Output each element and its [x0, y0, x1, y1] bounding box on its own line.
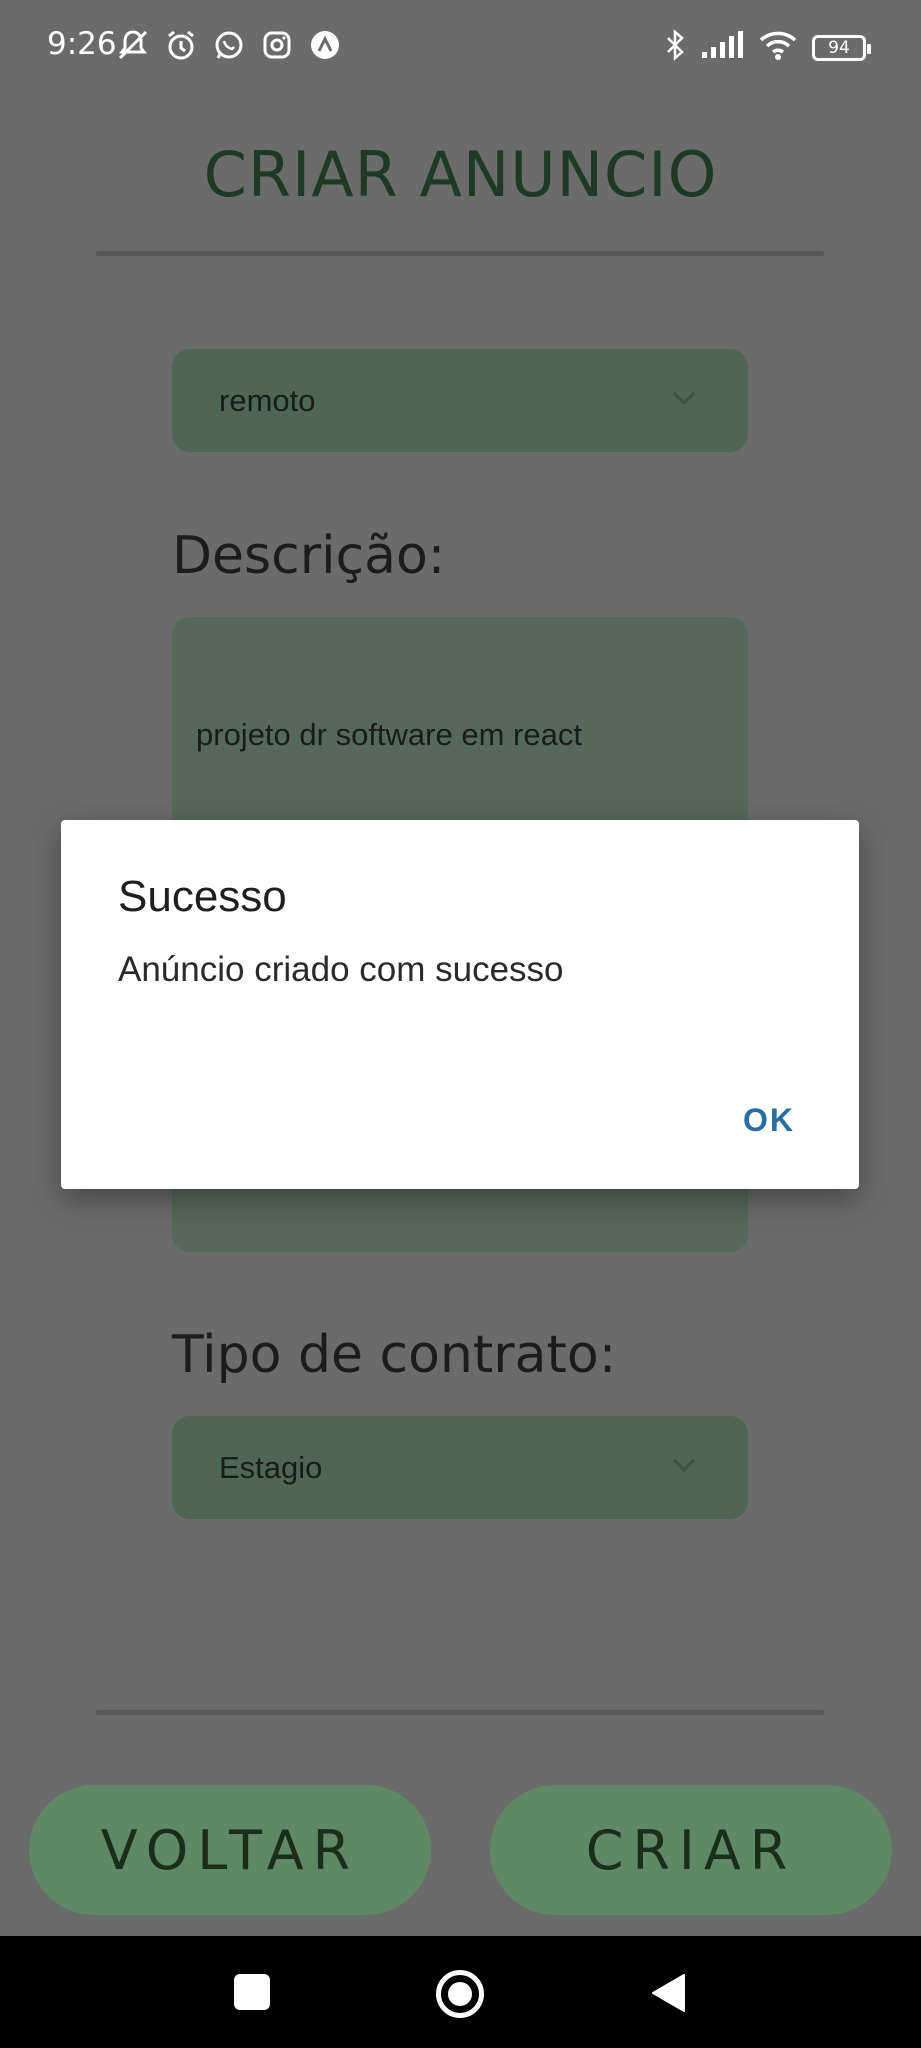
whatsapp-icon	[212, 28, 246, 67]
back-button[interactable]: VOLTAR	[29, 1785, 431, 1915]
app-screen: 9:26 94 CRIAR ANUNCIO remoto Descrição: …	[0, 0, 921, 1936]
contract-type-label: Tipo de contrato:	[172, 1325, 617, 1385]
modality-select-value: remoto	[219, 383, 316, 418]
notification-icons	[116, 28, 342, 67]
signal-icon	[700, 30, 744, 65]
create-button[interactable]: CRIAR	[490, 1785, 892, 1915]
description-label: Descrição:	[172, 526, 446, 586]
status-bar: 9:26 94	[0, 0, 921, 96]
dialog-title: Sucesso	[118, 872, 287, 921]
recent-apps-icon[interactable]	[234, 1974, 270, 2010]
system-status-icons: 94	[664, 28, 871, 67]
ok-button[interactable]: OK	[743, 1102, 795, 1139]
instagram-icon	[260, 28, 294, 67]
title-divider	[96, 251, 824, 256]
muted-bell-icon	[116, 28, 150, 67]
chevron-down-icon	[670, 385, 698, 418]
wifi-icon	[758, 29, 798, 66]
back-icon[interactable]	[650, 1973, 686, 2018]
modality-select[interactable]: remoto	[172, 349, 748, 452]
home-icon[interactable]	[436, 1970, 484, 2018]
contract-type-select[interactable]: Estagio	[172, 1416, 748, 1519]
bottom-divider	[96, 1710, 824, 1715]
chevron-down-icon	[670, 1452, 698, 1485]
app-icon	[308, 28, 342, 67]
alarm-icon	[164, 28, 198, 67]
status-time: 9:26	[47, 26, 117, 62]
description-field-value: projeto dr software em react	[196, 717, 582, 752]
dialog-message: Anúncio criado com sucesso	[118, 950, 564, 989]
page-title: CRIAR ANUNCIO	[203, 138, 718, 211]
bluetooth-icon	[664, 28, 686, 67]
battery-icon: 94	[812, 34, 871, 61]
success-dialog: Sucesso Anúncio criado com sucesso OK	[61, 820, 859, 1189]
contract-type-select-value: Estagio	[219, 1450, 323, 1485]
